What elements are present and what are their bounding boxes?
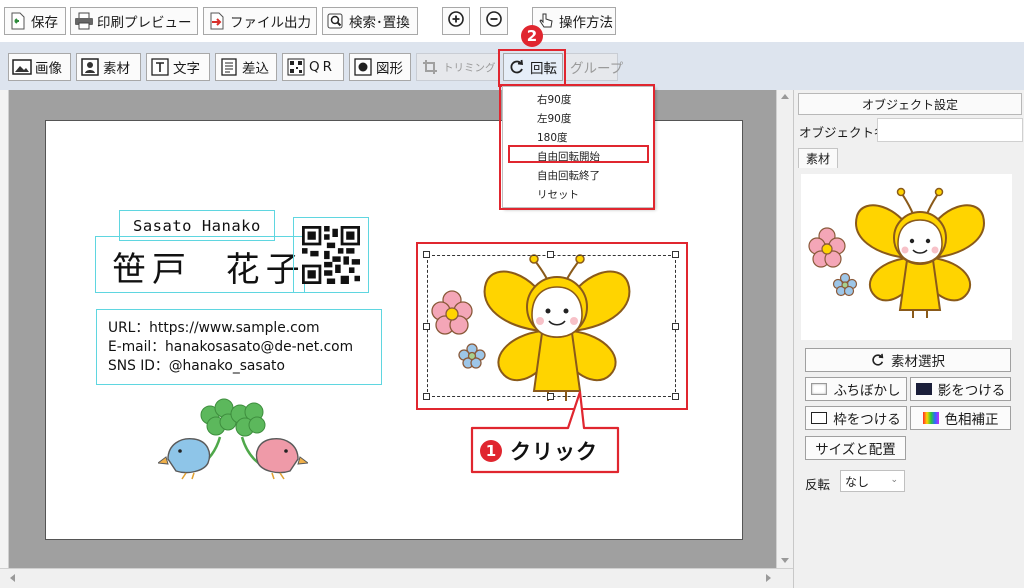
text-button[interactable]: 文字 bbox=[146, 53, 210, 81]
horizontal-scrollbar[interactable] bbox=[0, 568, 793, 588]
text-icon bbox=[150, 57, 170, 77]
tab-material[interactable]: 素材 bbox=[798, 148, 838, 168]
zoom-out-button[interactable] bbox=[480, 7, 508, 35]
click-label: クリック bbox=[510, 440, 598, 464]
frame-icon bbox=[811, 412, 828, 424]
printer-icon bbox=[74, 11, 94, 31]
material-button[interactable]: 素材 bbox=[76, 53, 141, 81]
material-preview bbox=[801, 174, 1012, 340]
blur-edge-button[interactable]: ふちぼかし bbox=[805, 377, 907, 401]
image-button[interactable]: 画像 bbox=[8, 53, 71, 81]
object-name-field[interactable] bbox=[877, 118, 1023, 142]
url-text: URL：https://www.sample.com bbox=[108, 320, 320, 336]
main-toolbar: 保存 印刷プレビュー ファイル出力 検索･置換 操作方法 bbox=[0, 0, 1024, 42]
name-romaji-text: Sasato Hanako bbox=[133, 217, 261, 235]
size-position-button[interactable]: サイズと配置 bbox=[805, 436, 906, 460]
email-text: E-mail：hanakosasato@de-net.com bbox=[108, 339, 354, 355]
search-icon bbox=[326, 11, 346, 31]
zoom-out-icon bbox=[485, 10, 503, 32]
left-edge bbox=[0, 90, 9, 568]
qr-button[interactable]: QR bbox=[282, 53, 344, 81]
zoom-in-icon bbox=[447, 10, 465, 32]
material-thumbnail-image bbox=[808, 187, 985, 318]
qr-code-image bbox=[302, 226, 360, 284]
chevron-down-icon: ⌄ bbox=[890, 475, 898, 485]
save-button[interactable]: 保存 bbox=[4, 7, 66, 35]
export-file-icon bbox=[207, 11, 227, 31]
blur-icon bbox=[811, 383, 828, 395]
name-kanji-text: 笹戸 花子 bbox=[112, 250, 306, 290]
panel-header: オブジェクト設定 bbox=[798, 93, 1022, 115]
rotate-icon bbox=[871, 353, 885, 367]
highlight-rotate-button bbox=[498, 49, 566, 87]
qr-code-icon bbox=[286, 57, 306, 77]
print-preview-button[interactable]: 印刷プレビュー bbox=[70, 7, 198, 35]
step2-badge: 2 bbox=[521, 25, 543, 47]
operation-help-button[interactable]: 操作方法 bbox=[532, 7, 616, 35]
add-frame-button[interactable]: 枠をつける bbox=[805, 406, 907, 430]
qr-code-box[interactable] bbox=[293, 217, 369, 293]
contact-info-box[interactable]: URL：https://www.sample.com E-mail：hanako… bbox=[96, 309, 382, 385]
material-icon bbox=[80, 57, 100, 77]
highlight-butterfly bbox=[416, 242, 688, 410]
file-output-button[interactable]: ファイル出力 bbox=[203, 7, 317, 35]
object-name-label: オブジェクト名 bbox=[799, 125, 887, 140]
scroll-left-arrow-icon[interactable] bbox=[10, 574, 15, 582]
shape-icon bbox=[353, 57, 373, 77]
image-icon bbox=[12, 57, 32, 77]
select-material-button[interactable]: 素材選択 bbox=[805, 348, 1011, 372]
flip-label: 反転 bbox=[805, 477, 831, 492]
hue-correction-button[interactable]: 色相補正 bbox=[910, 406, 1011, 430]
name-kanji-box[interactable]: 笹戸 花子 bbox=[95, 236, 305, 293]
scroll-down-arrow-icon[interactable] bbox=[781, 558, 789, 563]
scroll-up-arrow-icon[interactable] bbox=[781, 94, 789, 99]
search-replace-button[interactable]: 検索･置換 bbox=[322, 7, 418, 35]
flip-select[interactable]: なし ⌄ bbox=[840, 470, 905, 492]
trimming-button[interactable]: トリミング bbox=[416, 53, 500, 81]
highlight-free-rotate-item bbox=[508, 145, 649, 163]
sns-text: SNS ID：@hanako_sasato bbox=[108, 358, 285, 374]
shape-button[interactable]: 図形 bbox=[349, 53, 411, 81]
insert-button[interactable]: 差込 bbox=[215, 53, 277, 81]
step1-badge: 1 bbox=[480, 440, 502, 462]
crop-icon bbox=[420, 57, 440, 77]
object-settings-panel: オブジェクト設定 オブジェクト名 素材 素材選択 ふちぼかし 影をつける 枠をつ… bbox=[793, 90, 1024, 588]
shadow-icon bbox=[915, 383, 932, 395]
zoom-in-button[interactable] bbox=[442, 7, 470, 35]
group-button[interactable]: グループ bbox=[564, 53, 623, 81]
vertical-scrollbar[interactable] bbox=[776, 90, 793, 568]
add-shadow-button[interactable]: 影をつける bbox=[910, 377, 1011, 401]
hue-icon bbox=[922, 412, 939, 424]
birds-clover-image[interactable] bbox=[158, 393, 308, 481]
document-list-icon bbox=[219, 57, 239, 77]
save-icon bbox=[8, 11, 28, 31]
scroll-right-arrow-icon[interactable] bbox=[766, 574, 771, 582]
